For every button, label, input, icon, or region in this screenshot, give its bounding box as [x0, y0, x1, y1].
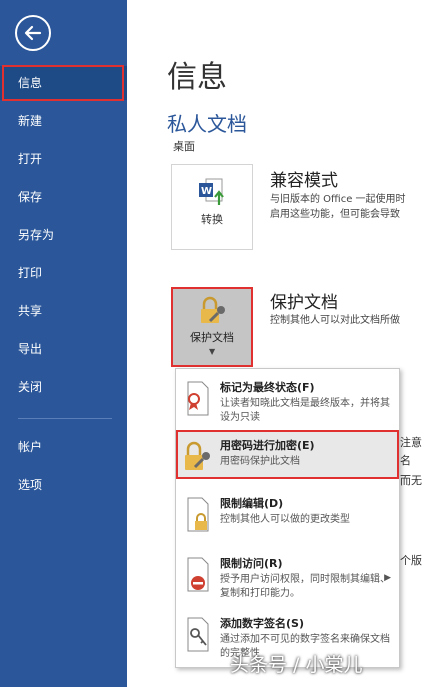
restrict-access-icon [187, 557, 209, 592]
clipped-text-2: 名 [400, 454, 411, 467]
clipped-text-4: 个版 [400, 554, 422, 567]
convert-label: 转换 [201, 213, 223, 226]
nav-open[interactable]: 打开 [0, 142, 127, 176]
compat-desc-line2: 启用这些功能，但可能会导致 [270, 209, 400, 220]
clipped-text-1: 注意 [400, 436, 422, 449]
digital-signature-icon [187, 617, 209, 652]
menu-item-title: 添加数字签名(S) [220, 617, 304, 630]
nav-options[interactable]: 选项 [0, 468, 127, 502]
menu-item-title: 限制编辑(D) [220, 497, 284, 510]
protect-title: 保护文档 [270, 293, 338, 313]
nav-share[interactable]: 共享 [0, 294, 127, 328]
nav-print[interactable]: 打印 [0, 256, 127, 290]
page-title: 信息 [167, 60, 227, 95]
convert-button[interactable]: W 转换 [171, 164, 253, 250]
backstage-sidebar: 信息 新建 打开 保存 另存为 打印 共享 导出 关闭 帐户 选项 [0, 0, 127, 687]
compat-desc-line1: 与旧版本的 Office 一起使用时 [270, 194, 406, 205]
menu-item-title: 标记为最终状态(F) [220, 381, 315, 394]
lock-key-icon [185, 441, 210, 470]
submenu-arrow-icon: ▶ [384, 573, 391, 583]
menu-restrict-access[interactable]: 限制访问(R) 授予用户访问权限，同时限制其编辑、复制和打印能力。 ▶ [176, 549, 399, 605]
svg-text:W: W [201, 186, 212, 197]
protect-desc: 控制其他人可以对此文档所做 [270, 315, 400, 326]
nav-close[interactable]: 关闭 [0, 370, 127, 404]
nav-divider [18, 418, 112, 419]
watermark: 头条号 / 小棠儿 [230, 654, 363, 676]
back-button[interactable] [15, 15, 51, 51]
nav-save[interactable]: 保存 [0, 180, 127, 214]
menu-item-desc: 让读者知晓此文档是最终版本，并将其设为只读 [220, 398, 390, 423]
nav-save-as[interactable]: 另存为 [0, 218, 127, 252]
nav-info-highlight [2, 65, 124, 101]
menu-mark-final[interactable]: 标记为最终状态(F) 让读者知晓此文档是最终版本，并将其设为只读 [176, 373, 399, 429]
nav-account[interactable]: 帐户 [0, 430, 127, 464]
nav-export[interactable]: 导出 [0, 332, 127, 366]
menu-encrypt-with-password[interactable]: 用密码进行加密(E) 用密码保护此文档 [176, 431, 399, 487]
restrict-editing-icon [187, 497, 209, 532]
mark-final-icon [187, 381, 209, 416]
lock-key-icon [201, 296, 225, 323]
compat-title: 兼容模式 [270, 171, 338, 191]
menu-restrict-editing[interactable]: 限制编辑(D) 控制其他人可以做的更改类型 [176, 489, 399, 545]
dropdown-caret-icon: ▼ [209, 347, 216, 356]
nav-new[interactable]: 新建 [0, 104, 127, 138]
clipped-text-3: 而无 [400, 474, 422, 487]
menu-item-desc: 授予用户访问权限，同时限制其编辑、复制和打印能力。 [220, 574, 390, 599]
word-convert-icon: W [199, 178, 224, 205]
menu-item-desc: 用密码保护此文档 [220, 456, 300, 467]
menu-item-title: 限制访问(R) [220, 557, 283, 570]
protect-document-label: 保护文档 [190, 331, 234, 344]
back-arrow-icon [24, 25, 42, 41]
menu-item-title: 用密码进行加密(E) [220, 439, 315, 452]
protect-document-button[interactable]: 保护文档 ▼ [171, 287, 253, 367]
document-path[interactable]: 桌面 [173, 138, 195, 154]
protect-document-menu: 标记为最终状态(F) 让读者知晓此文档是最终版本，并将其设为只读 用密码进行加密… [175, 368, 400, 668]
document-name: 私人文档 [167, 112, 247, 136]
menu-item-desc: 控制其他人可以做的更改类型 [220, 514, 350, 525]
